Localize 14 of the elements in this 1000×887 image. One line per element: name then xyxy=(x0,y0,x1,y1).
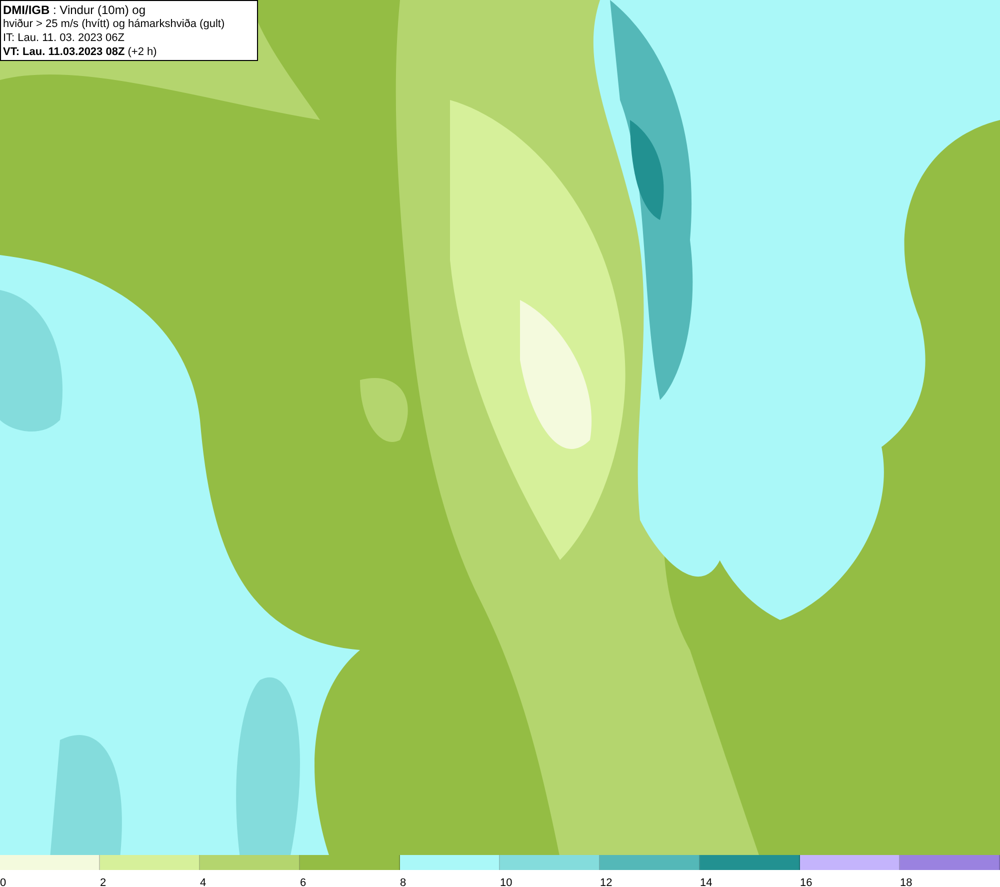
title-line: IT: Lau. 11. 03. 2023 06Z xyxy=(3,30,126,44)
legend-label: 8 xyxy=(400,877,406,887)
legend-label: 12 xyxy=(600,877,612,887)
legend-label: 2 xyxy=(100,877,106,887)
legend-label: 6 xyxy=(300,877,306,887)
legend-label: 4 xyxy=(200,877,206,887)
title-line: DMI/IGB : Vindur (10m) og xyxy=(3,2,146,16)
legend-label: 16 xyxy=(800,877,812,887)
title-line: VT: Lau. 11.03.2023 08Z (+2 h) xyxy=(3,44,158,58)
legend-label: 10 xyxy=(500,877,512,887)
legend-label: 14 xyxy=(700,877,712,887)
title-line: hviður > 25 m/s (hvítt) og hámarkshviða (gult) xyxy=(3,16,226,30)
legend-label: 0 xyxy=(0,877,6,887)
legend-label: 18 xyxy=(900,877,912,887)
